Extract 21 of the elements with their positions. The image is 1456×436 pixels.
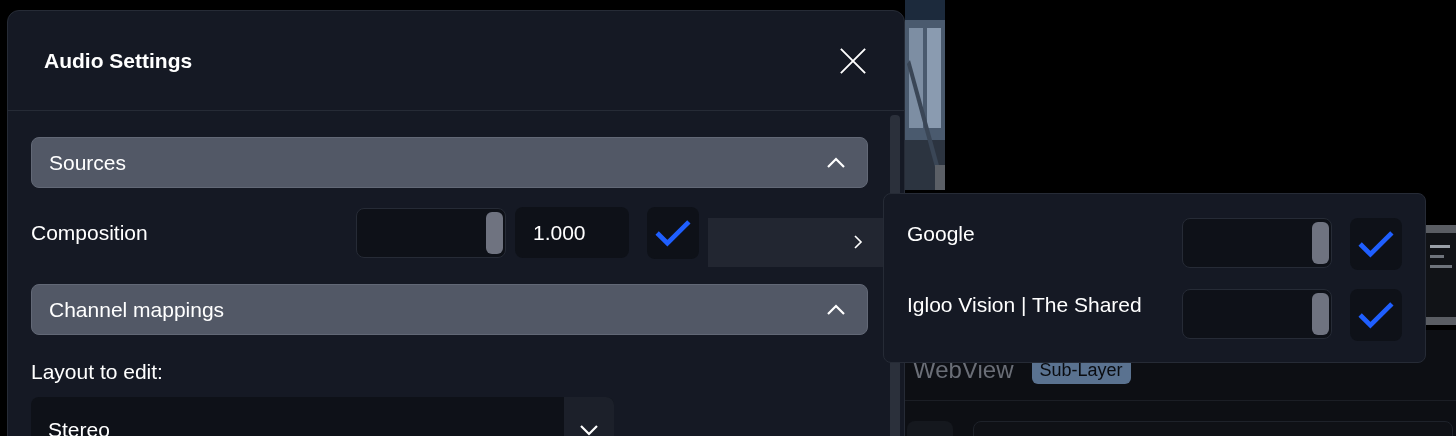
checkbox[interactable] xyxy=(1350,218,1402,270)
source-label: Composition xyxy=(31,219,149,246)
slider-thumb[interactable] xyxy=(1312,222,1329,264)
slider[interactable] xyxy=(1182,289,1332,339)
source-name: Igloo Vision | The Shared xyxy=(907,292,1143,318)
checkmark-icon xyxy=(654,218,692,247)
checkbox[interactable] xyxy=(647,206,699,259)
slider-thumb[interactable] xyxy=(486,211,503,254)
checkbox[interactable] xyxy=(1350,289,1402,341)
checkmark-icon xyxy=(1357,230,1395,258)
slider[interactable] xyxy=(356,207,506,258)
section-header[interactable]: Sources xyxy=(31,137,868,188)
source-name: Google xyxy=(907,221,976,247)
layout-label: Layout to edit: xyxy=(31,359,164,385)
checkmark-icon xyxy=(1357,301,1395,329)
slider[interactable] xyxy=(1182,218,1332,268)
section-header[interactable]: Channel mappings xyxy=(31,284,868,335)
close-button[interactable] xyxy=(838,45,868,76)
slider-thumb[interactable] xyxy=(1312,293,1329,335)
value-field[interactable]: 1.000 xyxy=(515,207,629,258)
dialog-title: Audio Settings xyxy=(44,47,193,74)
